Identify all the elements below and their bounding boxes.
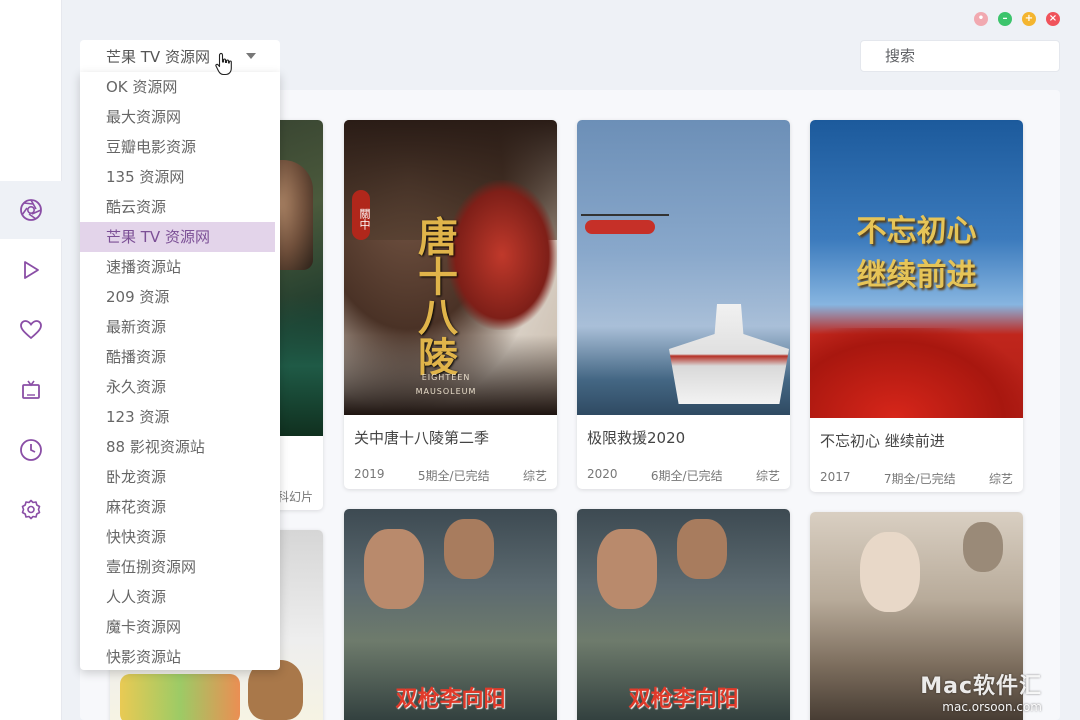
poster-image: 双枪李向阳 (344, 509, 557, 720)
hand-cursor-icon (215, 52, 232, 76)
video-category: 综艺 (988, 472, 1013, 486)
heart-icon (20, 320, 42, 340)
source-option[interactable]: 芒果 TV 资源网 (80, 222, 275, 252)
source-option[interactable]: 速播资源站 (80, 252, 280, 282)
video-title: 不忘初心 继续前进 (820, 432, 945, 450)
video-category: 综艺 (755, 469, 780, 483)
source-selected-label: 芒果 TV 资源网 (106, 47, 210, 66)
video-title: 关中唐十八陵第二季 (354, 429, 490, 447)
source-option[interactable]: 酷播资源 (80, 342, 280, 372)
tv-icon (22, 380, 40, 399)
video-episodes: 6期全/已完结 (650, 469, 723, 483)
video-year: 2017 (820, 470, 851, 484)
sidebar-item-settings[interactable] (0, 481, 62, 539)
source-dropdown: OK 资源网 最大资源网 豆瓣电影资源 135 资源网 酷云资源 芒果 TV 资源网 速播资… (80, 72, 280, 670)
watermark: Mac软件汇 mac.orsoon.com (920, 668, 1042, 714)
sidebar-item-favorites[interactable] (0, 301, 62, 359)
gear-icon (21, 499, 41, 520)
aperture-icon (20, 199, 42, 221)
pin-icon[interactable]: • (974, 12, 988, 26)
video-card[interactable]: 极限救援2020 2020 6期全/已完结 综艺 (577, 120, 790, 489)
search-input[interactable] (860, 40, 1060, 72)
source-option[interactable]: 人人资源 (80, 582, 280, 612)
clock-icon (20, 439, 42, 461)
source-option[interactable]: 永久资源 (80, 372, 280, 402)
poster-image: 双枪李向阳 (577, 509, 790, 720)
video-episodes: 7期全/已完结 (883, 472, 956, 486)
source-option[interactable]: 酷云资源 (80, 192, 280, 222)
poster-badge: 關中 (352, 190, 371, 240)
video-card[interactable]: 双枪李向阳 (577, 509, 790, 720)
poster-title-line1: 不忘初心 (856, 214, 977, 249)
video-category: 综艺 (522, 469, 547, 483)
watermark-url: mac.orsoon.com (942, 700, 1042, 714)
source-option[interactable]: 123 资源 (80, 402, 280, 432)
source-option[interactable]: 88 影视资源站 (80, 432, 280, 462)
close-icon[interactable]: × (1046, 12, 1060, 26)
video-card[interactable]: 關中 唐十八陵 EIGHTEEN MAUSOLEUM 关中唐十八陵第二季 201… (344, 120, 557, 489)
source-option[interactable]: 快快资源 (80, 522, 280, 552)
source-option[interactable]: 卧龙资源 (80, 462, 280, 492)
video-card[interactable]: 不忘初心 继续前进 不忘初心 继续前进 2017 7期全/已完结 综艺 (810, 120, 1023, 492)
chevron-down-icon (246, 53, 256, 59)
poster-image: 不忘初心 继续前进 (810, 120, 1023, 418)
video-card[interactable]: 双枪李向阳 (344, 509, 557, 720)
poster-image: 關中 唐十八陵 EIGHTEEN MAUSOLEUM (344, 120, 557, 415)
source-option[interactable]: OK 资源网 (80, 72, 280, 102)
source-option[interactable]: 壹伍捌资源网 (80, 552, 280, 582)
sidebar (0, 0, 62, 720)
poster-title: 双枪李向阳 (628, 686, 739, 712)
source-option[interactable]: 最大资源网 (80, 102, 280, 132)
maximize-icon[interactable]: + (1022, 12, 1036, 26)
watermark-brand: Mac软件汇 (920, 674, 1042, 699)
poster-title: 唐十八陵 (411, 216, 458, 376)
sidebar-item-play[interactable] (0, 241, 62, 299)
video-category: 科幻片 (276, 490, 313, 504)
sidebar-item-history[interactable] (0, 421, 62, 479)
source-select[interactable]: 芒果 TV 资源网 (80, 40, 280, 72)
source-option[interactable]: 135 资源网 (80, 162, 280, 192)
video-year: 2019 (354, 467, 385, 481)
poster-title: 双枪李向阳 (395, 686, 506, 712)
poster-image (577, 120, 790, 415)
source-option[interactable]: 最新资源 (80, 312, 280, 342)
sidebar-item-live[interactable] (0, 361, 62, 419)
window-controls: • – + × (974, 12, 1060, 26)
video-title: 极限救援2020 (587, 429, 686, 447)
source-option[interactable]: 209 资源 (80, 282, 280, 312)
poster-subtitle: EIGHTEEN MAUSOLEUM (415, 373, 477, 396)
source-option[interactable]: 麻花资源 (80, 492, 280, 522)
source-option[interactable]: 魔卡资源网 (80, 612, 280, 642)
sidebar-item-discover[interactable] (0, 181, 62, 239)
minimize-icon[interactable]: – (998, 12, 1012, 26)
source-option[interactable]: 豆瓣电影资源 (80, 132, 280, 162)
play-icon (24, 261, 39, 279)
video-year: 2020 (587, 467, 618, 481)
video-episodes: 5期全/已完结 (417, 469, 490, 483)
poster-title-line2: 继续前进 (856, 258, 977, 293)
source-option[interactable]: 快影资源站 (80, 642, 280, 672)
